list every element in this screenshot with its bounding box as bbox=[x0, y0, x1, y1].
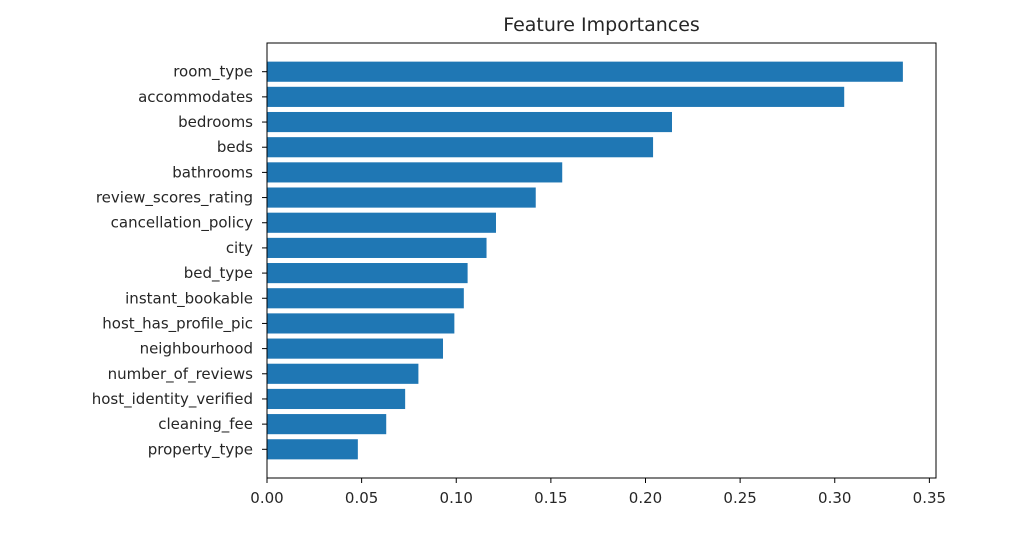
y-tick-label: bathrooms bbox=[172, 163, 253, 181]
y-tick-label: cancellation_policy bbox=[111, 214, 253, 233]
bar-bathrooms bbox=[267, 162, 563, 183]
y-tick-label: beds bbox=[217, 138, 253, 156]
y-tick-label: property_type bbox=[148, 440, 253, 459]
bar-beds bbox=[267, 137, 654, 158]
bar-cancellation-policy bbox=[267, 212, 496, 233]
bar-cleaning-fee bbox=[267, 414, 387, 435]
axes-frame bbox=[266, 42, 937, 479]
y-tick-label: bed_type bbox=[184, 264, 253, 283]
bar-host-identity-verified bbox=[267, 388, 406, 410]
y-tick-label: accommodates bbox=[138, 88, 253, 106]
feature-importance-chart: Feature Importances room_type accommodate… bbox=[92, 14, 946, 507]
x-tick-label: 0.30 bbox=[818, 489, 851, 507]
y-tick-label: bedrooms bbox=[178, 113, 253, 131]
bar-room-type bbox=[267, 61, 903, 82]
chart-title: Feature Importances bbox=[503, 14, 700, 36]
bar-bed-type bbox=[267, 263, 468, 284]
bar-property-type bbox=[267, 439, 358, 460]
bar-instant-bookable bbox=[267, 288, 464, 309]
y-tick-label: city bbox=[226, 239, 253, 257]
y-tick-label: room_type bbox=[173, 63, 253, 82]
bar-review-scores-rating bbox=[267, 187, 536, 208]
y-tick-label: host_identity_verified bbox=[92, 390, 253, 409]
y-tick-label: cleaning_fee bbox=[158, 415, 253, 434]
bar-number-of-reviews bbox=[267, 363, 419, 384]
x-tick-label: 0.10 bbox=[440, 489, 473, 507]
x-tick-label: 0.00 bbox=[250, 489, 283, 507]
x-tick-label: 0.35 bbox=[913, 489, 946, 507]
x-tick-label: 0.20 bbox=[629, 489, 662, 507]
bar-host-has-profile-pic bbox=[267, 313, 455, 334]
x-tick-label: 0.15 bbox=[534, 489, 567, 507]
y-tick-label: review_scores_rating bbox=[96, 189, 253, 208]
bar-city bbox=[267, 237, 487, 258]
x-ticks: 0.00 0.05 0.10 0.15 0.20 0.25 0.30 0.35 bbox=[250, 478, 946, 507]
y-tick-label: number_of_reviews bbox=[108, 365, 254, 384]
y-tick-label: neighbourhood bbox=[140, 340, 253, 358]
y-tick-label: host_has_profile_pic bbox=[102, 314, 253, 333]
bar-neighbourhood bbox=[267, 338, 444, 359]
y-tick-label: instant_bookable bbox=[125, 289, 253, 308]
bar-bedrooms bbox=[267, 111, 672, 133]
x-tick-label: 0.05 bbox=[345, 489, 378, 507]
y-tick-labels: room_type accommodates bedrooms beds bathroo… bbox=[92, 63, 267, 459]
x-tick-label: 0.25 bbox=[723, 489, 756, 507]
bars-group bbox=[267, 61, 903, 460]
bar-accommodates bbox=[267, 86, 845, 107]
